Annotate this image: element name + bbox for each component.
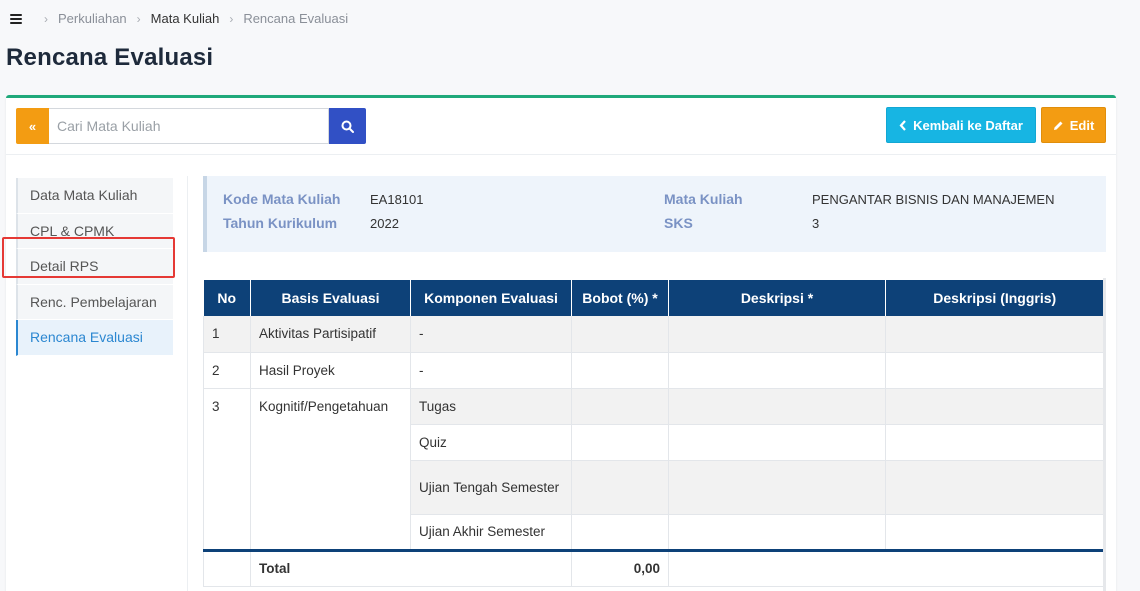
bobot-cell bbox=[571, 316, 669, 353]
row-no: 1 bbox=[203, 316, 251, 353]
deskripsi-inggris-cell bbox=[885, 460, 1104, 515]
evaluation-table-wrap: No Basis Evaluasi Komponen Evaluasi Bobo… bbox=[203, 280, 1104, 587]
column-header-no: No bbox=[203, 280, 251, 316]
table-row: 3 Kognitif/Pengetahuan Tugas bbox=[203, 388, 1104, 551]
deskripsi-cell bbox=[668, 388, 886, 425]
deskripsi-cell bbox=[668, 352, 886, 389]
sidebar-item-renc-pembelajaran[interactable]: Renc. Pembelajaran bbox=[16, 284, 173, 320]
evaluation-table: No Basis Evaluasi Komponen Evaluasi Bobo… bbox=[203, 280, 1104, 587]
sks-label: SKS bbox=[664, 215, 693, 231]
chevron-right-icon: › bbox=[44, 11, 48, 26]
collapse-button[interactable]: « bbox=[16, 108, 49, 144]
row-basis: Aktivitas Partisipatif bbox=[250, 316, 411, 353]
row-komponen: Quiz bbox=[410, 424, 572, 461]
sidebar-item-data-mata-kuliah[interactable]: Data Mata Kuliah bbox=[16, 178, 173, 214]
sidebar-item-rencana-evaluasi[interactable]: Rencana Evaluasi bbox=[16, 320, 173, 356]
tahun-value: 2022 bbox=[370, 216, 399, 231]
column-header-deskripsi: Deskripsi * bbox=[668, 280, 886, 316]
row-komponen: - bbox=[410, 316, 572, 353]
row-komponen: Ujian Akhir Semester bbox=[410, 514, 572, 551]
sidebar-item-cpl-cpmk[interactable]: CPL & CPMK bbox=[16, 213, 173, 249]
row-komponen: Tugas bbox=[410, 388, 572, 425]
sidebar-item-detail-rps[interactable]: Detail RPS bbox=[16, 249, 173, 285]
deskripsi-inggris-cell bbox=[885, 316, 1104, 353]
search-button[interactable] bbox=[329, 108, 366, 144]
breadcrumb: › Perkuliahan › Mata Kuliah › Rencana Ev… bbox=[10, 11, 348, 26]
table-row: 1 Aktivitas Partisipatif - bbox=[203, 316, 1104, 353]
row-no: 2 bbox=[203, 352, 251, 389]
breadcrumb-item-perkuliahan[interactable]: Perkuliahan bbox=[58, 11, 127, 26]
row-komponen: - bbox=[410, 352, 572, 389]
kode-label: Kode Mata Kuliah bbox=[223, 191, 341, 207]
total-row: Total 0,00 bbox=[203, 548, 1104, 587]
column-header-komponen: Komponen Evaluasi bbox=[410, 280, 572, 316]
deskripsi-inggris-cell bbox=[885, 352, 1104, 389]
content-card: « Kembali ke Daftar Edit Data Mata Kulia… bbox=[2, 95, 1116, 591]
table-row: 2 Hasil Proyek - bbox=[203, 352, 1104, 389]
chevron-right-icon: › bbox=[136, 11, 141, 26]
matkul-value: PENGANTAR BISNIS DAN MANAJEMEN bbox=[812, 192, 1055, 207]
search-input[interactable] bbox=[49, 108, 329, 144]
deskripsi-inggris-cell bbox=[885, 514, 1104, 551]
page-title: Rencana Evaluasi bbox=[6, 44, 214, 71]
breadcrumb-item-current: Rencana Evaluasi bbox=[243, 11, 349, 26]
deskripsi-cell bbox=[668, 514, 886, 551]
row-basis: Hasil Proyek bbox=[250, 352, 411, 389]
total-empty-cell bbox=[668, 548, 1104, 587]
edit-button-label: Edit bbox=[1069, 117, 1095, 133]
column-header-basis: Basis Evaluasi bbox=[250, 280, 411, 316]
total-label: Total bbox=[250, 548, 572, 587]
menu-icon[interactable] bbox=[10, 13, 22, 24]
sks-value: 3 bbox=[812, 216, 820, 231]
column-header-deskripsi-inggris: Deskripsi (Inggris) bbox=[885, 280, 1104, 316]
pencil-icon bbox=[1053, 121, 1063, 130]
deskripsi-inggris-cell bbox=[885, 424, 1104, 461]
course-info-panel: Kode Mata Kuliah EA18101 Tahun Kurikulum… bbox=[203, 176, 1106, 252]
deskripsi-inggris-cell bbox=[885, 388, 1104, 425]
bobot-cell bbox=[571, 352, 669, 389]
tahun-label: Tahun Kurikulum bbox=[223, 215, 338, 231]
bobot-cell bbox=[571, 514, 669, 551]
search-icon bbox=[341, 120, 354, 133]
deskripsi-cell bbox=[668, 316, 886, 353]
kode-value: EA18101 bbox=[370, 192, 424, 207]
column-header-bobot: Bobot (%) * bbox=[571, 280, 669, 316]
bobot-cell bbox=[571, 388, 669, 425]
sidebar-nav: Data Mata Kuliah CPL & CPMK Detail RPS R… bbox=[16, 178, 173, 356]
table-scrollbar[interactable] bbox=[1103, 278, 1106, 591]
row-basis: Kognitif/Pengetahuan bbox=[250, 388, 411, 551]
chevron-left-icon bbox=[899, 119, 906, 131]
back-button-label: Kembali ke Daftar bbox=[913, 117, 1023, 133]
breadcrumb-item-mata-kuliah[interactable]: Mata Kuliah bbox=[151, 11, 220, 26]
chevron-right-icon: › bbox=[229, 11, 234, 26]
back-to-list-button[interactable]: Kembali ke Daftar bbox=[886, 107, 1036, 143]
matkul-label: Mata Kuliah bbox=[664, 191, 743, 207]
total-value: 0,00 bbox=[571, 548, 669, 587]
edit-button[interactable]: Edit bbox=[1041, 107, 1106, 143]
total-empty-cell bbox=[203, 548, 251, 587]
double-chevron-left-icon: « bbox=[28, 118, 37, 134]
toolbar: « Kembali ke Daftar Edit bbox=[6, 98, 1116, 155]
divider bbox=[187, 176, 188, 591]
row-komponen: Ujian Tengah Semester bbox=[410, 460, 572, 515]
row-no: 3 bbox=[203, 388, 251, 551]
deskripsi-cell bbox=[668, 460, 886, 515]
bobot-cell bbox=[571, 424, 669, 461]
bobot-cell bbox=[571, 460, 669, 515]
deskripsi-cell bbox=[668, 424, 886, 461]
